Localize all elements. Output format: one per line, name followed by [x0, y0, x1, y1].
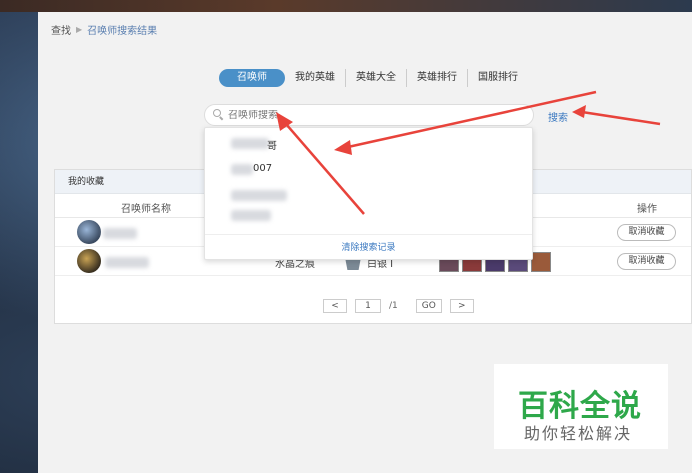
red-arrow-to-dropdown	[334, 90, 597, 155]
watermark-logo: 百科全说 助你轻松解决	[494, 364, 668, 449]
red-arrow-to-search-button	[572, 105, 661, 126]
red-arrow-to-search-box	[276, 112, 365, 215]
watermark-subtitle: 助你轻松解决	[524, 424, 633, 443]
watermark-title: 百科全说	[518, 389, 642, 424]
